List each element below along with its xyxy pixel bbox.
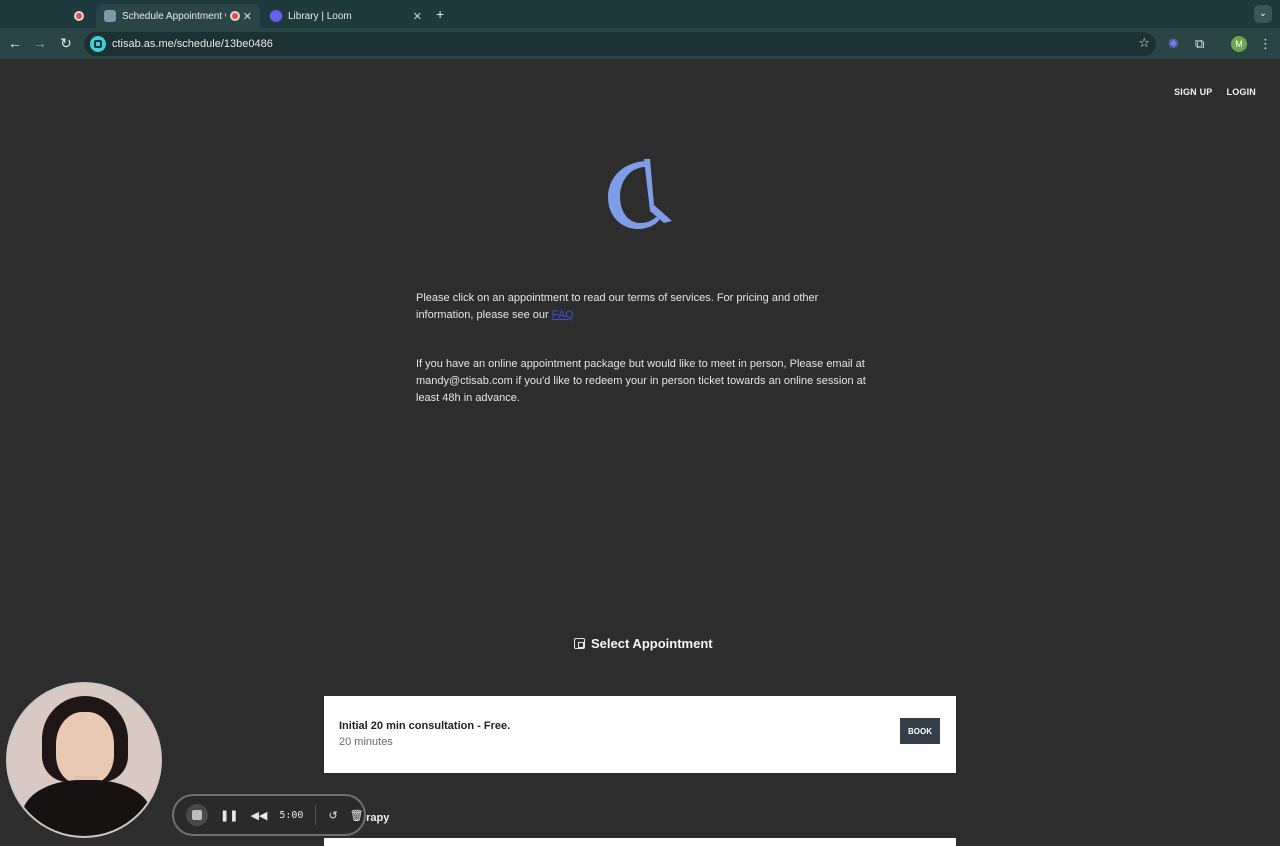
sign-up-link[interactable]: SIGN UP [1174, 87, 1212, 97]
recording-timer: 5:00 [279, 809, 304, 821]
browser-toolbar: ← → ↻ ctisab.as.me/schedule/13be0486 ☆ ✺… [0, 28, 1280, 60]
loom-favicon-icon [270, 10, 282, 22]
tab-title: Library | Loom [288, 10, 352, 22]
site-info-icon[interactable] [90, 36, 106, 52]
extensions-puzzle-icon[interactable]: ⧉ [1195, 36, 1204, 52]
record-icon [74, 11, 84, 21]
webcam-bubble[interactable] [6, 682, 162, 838]
book-button[interactable]: BOOK [900, 718, 940, 744]
recording-controls: ❚❚ ◀◀ 5:00 ↺ 🗑 [172, 794, 366, 836]
forward-arrow-icon[interactable]: → [31, 35, 49, 51]
top-nav: SIGN UP LOGIN [1174, 87, 1256, 97]
brand-logo [608, 159, 672, 229]
tab-schedule-appointment[interactable]: Schedule Appointment w ✕ [96, 4, 260, 28]
loom-extension-icon[interactable]: ✺ [1168, 36, 1179, 52]
in-person-note: If you have an online appointment packag… [416, 358, 866, 404]
appointment-card-partial[interactable] [324, 838, 956, 846]
new-tab-plus-icon[interactable]: + [436, 6, 444, 22]
calendar-favicon-icon [104, 10, 116, 22]
appointment-duration: 20 minutes [339, 736, 393, 748]
tab-search-chevron-icon[interactable]: ⌄ [1254, 5, 1272, 23]
calendar-icon [574, 638, 585, 649]
select-appointment-heading: Select Appointment [574, 636, 713, 651]
address-bar[interactable]: ctisab.as.me/schedule/13be0486 ☆ [84, 32, 1156, 56]
tab-library-loom[interactable]: Library | Loom ✕ [262, 4, 430, 28]
browser-tab-bar: Schedule Appointment w ✕ Library | Loom … [0, 0, 1280, 28]
bookmark-star-icon[interactable]: ☆ [1138, 35, 1150, 51]
webcam-person-torso [22, 780, 152, 836]
url-text: ctisab.as.me/schedule/13be0486 [112, 38, 273, 50]
login-link[interactable]: LOGIN [1227, 87, 1257, 97]
stop-recording-button[interactable] [186, 804, 208, 826]
tab-title: Schedule Appointment w [122, 10, 226, 22]
trash-icon[interactable]: 🗑 [350, 809, 364, 822]
close-tab-icon[interactable]: ✕ [243, 10, 252, 23]
close-tab-icon[interactable]: ✕ [413, 10, 422, 23]
webcam-person-face [56, 712, 114, 784]
stop-icon [192, 810, 202, 820]
recording-tab[interactable] [66, 4, 94, 28]
appointment-name: Initial 20 min consultation - Free. [339, 720, 511, 732]
reload-icon[interactable]: ↻ [57, 35, 75, 52]
schedule-page: SIGN UP LOGIN Please click on an appoint… [0, 61, 1280, 846]
restart-icon[interactable]: ↺ [328, 809, 337, 822]
appointment-card[interactable]: Initial 20 min consultation - Free. 20 m… [324, 696, 956, 773]
back-arrow-icon[interactable]: ← [6, 35, 24, 51]
heading-text: Select Appointment [591, 636, 713, 651]
profile-avatar[interactable]: M [1231, 36, 1247, 52]
record-icon [230, 11, 240, 21]
intro-paragraph: Please click on an appointment to read o… [416, 292, 819, 321]
faq-link[interactable]: FAQ [552, 309, 574, 321]
controls-divider [315, 805, 317, 825]
rewind-icon[interactable]: ◀◀ [250, 809, 267, 822]
screen: Schedule Appointment w ✕ Library | Loom … [0, 0, 1280, 846]
pause-icon[interactable]: ❚❚ [220, 809, 238, 822]
kebab-menu-icon[interactable]: ⋮ [1259, 36, 1272, 52]
